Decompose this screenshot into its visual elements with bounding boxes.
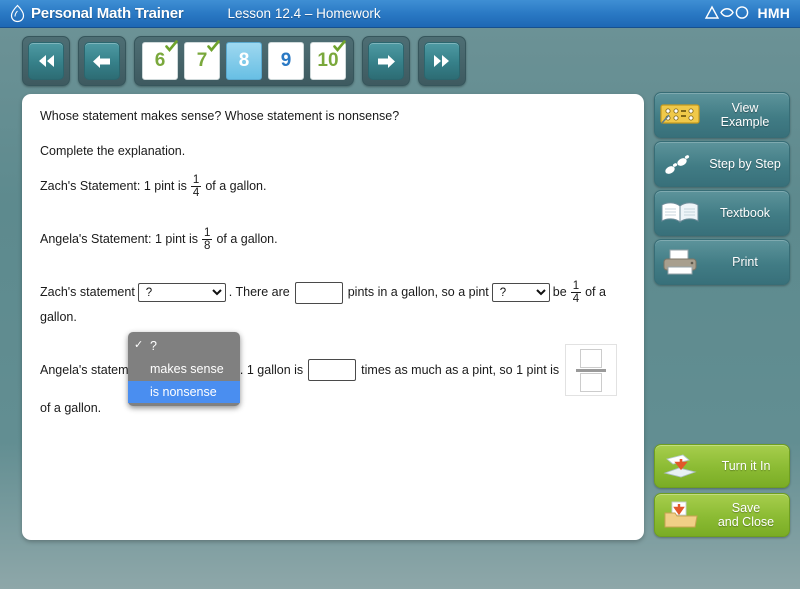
- zach-row-text-3: pints in a gallon, so a pint: [347, 285, 489, 300]
- page-button-2[interactable]: 7: [184, 40, 220, 80]
- step-by-step-button[interactable]: Step by Step: [654, 141, 790, 187]
- angela-statement-suffix: of a gallon.: [216, 232, 278, 246]
- page-number-label: 9: [280, 50, 292, 71]
- angela-statement-fraction: 1 8: [202, 226, 213, 252]
- check-icon: [207, 40, 220, 53]
- page-button-1[interactable]: 6: [142, 40, 178, 80]
- check-icon: [333, 40, 346, 53]
- zach-row-fraction: 1 4: [570, 280, 582, 306]
- print-button[interactable]: Print: [654, 239, 790, 285]
- zach-row-text-5: of a: [585, 285, 606, 300]
- first-page-icon: [28, 42, 64, 80]
- zach-statement-prefix: Zach's Statement: 1 pint is: [40, 178, 187, 193]
- first-page-button[interactable]: [22, 36, 70, 86]
- footprints-icon: [655, 149, 705, 179]
- check-icon: ✓: [134, 339, 144, 351]
- fraction-numerator: 1: [572, 280, 580, 292]
- angela-times-input[interactable]: [308, 359, 357, 382]
- open-dropdown-menu[interactable]: ✓ ? makes sense is nonsense: [128, 332, 240, 407]
- fraction-denominator: 4: [570, 292, 582, 306]
- droplet-logo-icon: [10, 4, 25, 23]
- angela-row-text-3: times as much as a pint, so 1 pint is: [361, 362, 560, 377]
- textbook-label: Textbook: [719, 205, 771, 220]
- fraction-numerator: 1: [192, 173, 200, 186]
- turn-it-in-label: Turn it In: [721, 458, 771, 473]
- fraction-bar: [576, 368, 607, 372]
- hmh-triangle-leaf-circle-icon: [704, 5, 748, 19]
- view-example-button[interactable]: View Example: [654, 92, 790, 138]
- fraction-numerator-box[interactable]: [580, 348, 603, 368]
- question-panel: Whose statement makes sense? Whose state…: [22, 94, 644, 540]
- zach-statement: Zach's Statement: 1 pint is 1 4 of a gal…: [40, 174, 626, 199]
- dropdown-option-question[interactable]: ✓ ?: [128, 335, 240, 358]
- arrow-right-icon: [368, 42, 404, 80]
- page-number-label: 6: [154, 50, 166, 71]
- zach-row-text-2: . There are: [228, 285, 290, 300]
- question-prompt: Whose statement makes sense? Whose state…: [40, 109, 400, 123]
- last-page-icon: [424, 42, 460, 80]
- page-button-4[interactable]: 9: [268, 42, 304, 80]
- step-by-step-label: Step by Step: [709, 156, 781, 171]
- fraction-denominator: 4: [190, 185, 202, 199]
- zach-row-text-1: Zach's statement: [40, 285, 135, 300]
- dropdown-option-label: makes sense: [150, 361, 224, 376]
- turn-in-tray-icon: [655, 451, 707, 481]
- zach-statement-suffix: of a gallon.: [205, 178, 267, 193]
- angela-statement-prefix: Angela's Statement: 1 pint is: [40, 232, 199, 246]
- turn-it-in-button[interactable]: Turn it In: [654, 444, 790, 488]
- zach-row-text-4: be: [552, 285, 567, 300]
- zach-sense-dropdown[interactable]: ?: [137, 283, 226, 303]
- arrow-left-icon: [84, 42, 120, 80]
- angela-statement: Angela's Statement: 1 pint is 1 8 of a g…: [40, 227, 626, 252]
- open-book-icon: [655, 200, 705, 226]
- dropdown-option-label: ?: [150, 339, 157, 353]
- angela-row-text-2: . 1 gallon is: [239, 362, 304, 377]
- page-number-strip: 6 7 8 9 10: [134, 36, 354, 86]
- zach-statement-fraction: 1 4: [190, 173, 202, 199]
- last-page-button[interactable]: [418, 36, 466, 86]
- page-button-3-current[interactable]: 8: [226, 42, 262, 80]
- lesson-title: Lesson 12.4 – Homework: [227, 6, 381, 21]
- brand-logo: Personal Math Trainer: [9, 4, 184, 23]
- fraction-denominator-box[interactable]: [580, 372, 603, 392]
- page-number-label: 8: [238, 50, 250, 71]
- zach-verb-dropdown[interactable]: ?: [491, 283, 550, 303]
- fraction-denominator: 8: [202, 238, 213, 252]
- page-number-label: 10: [317, 50, 339, 71]
- dropdown-option-is-nonsense[interactable]: is nonsense: [128, 380, 240, 404]
- save-and-close-button[interactable]: Save and Close: [654, 493, 790, 537]
- bottom-toolbar: ? Question 9 of 11 Check Answer Next: [0, 545, 800, 589]
- zach-pints-input[interactable]: [294, 281, 343, 304]
- next-page-button[interactable]: [362, 36, 410, 86]
- angela-fraction-answer-widget[interactable]: [565, 344, 618, 397]
- hmh-label: HMH: [757, 4, 790, 21]
- hmh-brand: HMH: [704, 4, 790, 21]
- fraction-numerator: 1: [204, 226, 211, 239]
- zach-row-text-6: gallon.: [40, 310, 77, 325]
- previous-page-button[interactable]: [78, 36, 126, 86]
- textbook-button[interactable]: Textbook: [654, 190, 790, 236]
- page-number-label: 7: [196, 50, 208, 71]
- page-button-5[interactable]: 10: [310, 40, 346, 80]
- app-header: Personal Math Trainer Lesson 12.4 – Home…: [0, 0, 800, 28]
- dropdown-option-makes-sense[interactable]: makes sense: [128, 358, 240, 381]
- save-folder-icon: [655, 500, 707, 530]
- printer-icon: [655, 248, 705, 276]
- instruction-text: Complete the explanation.: [40, 143, 186, 158]
- view-example-label: View Example: [720, 100, 770, 129]
- print-label: Print: [732, 254, 758, 269]
- abacus-icon: [655, 102, 705, 128]
- app-title: Personal Math Trainer: [31, 5, 184, 22]
- save-and-close-label: Save and Close: [717, 500, 775, 529]
- check-icon: [165, 40, 178, 53]
- dropdown-option-label: is nonsense: [150, 384, 217, 399]
- zach-answer-row: Zach's statement ? . There are pints in …: [40, 280, 626, 330]
- page-navigation-toolbar: 6 7 8 9 10: [22, 36, 466, 86]
